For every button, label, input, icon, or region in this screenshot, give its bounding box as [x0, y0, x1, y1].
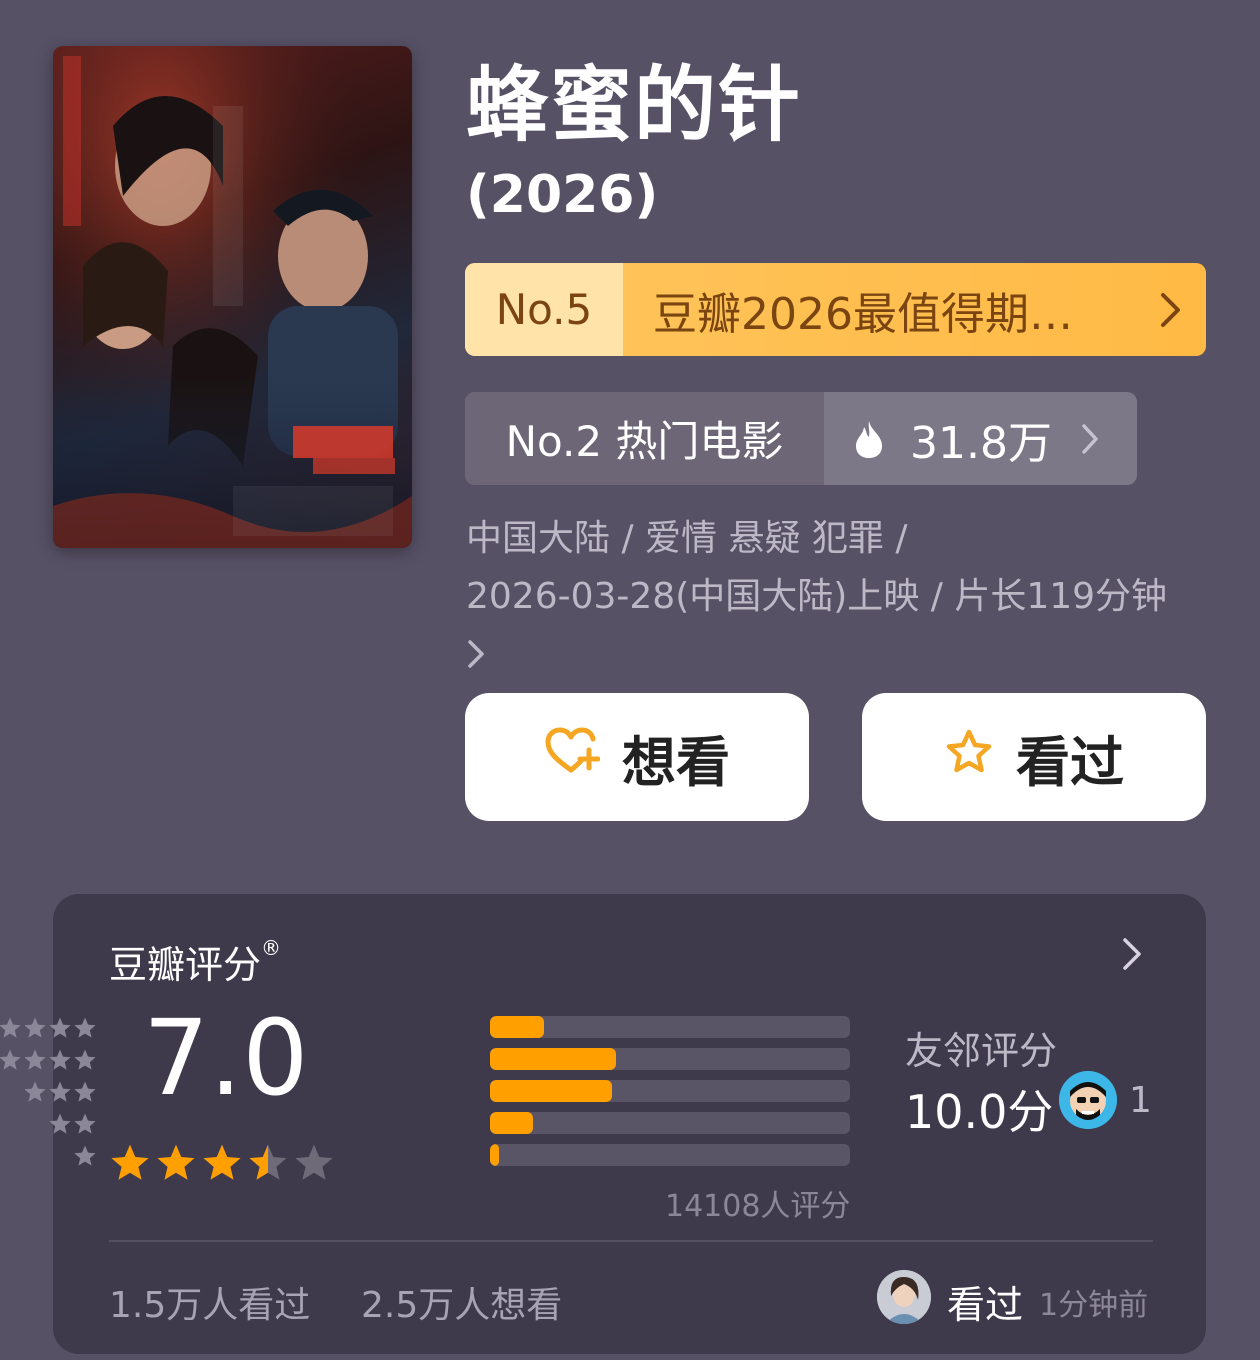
chevron-right-icon [1136, 263, 1206, 356]
movie-meta-info[interactable]: 中国大陆 / 爱情 悬疑 犯罪 / 2026-03-28(中国大陆)上映 / 片… [466, 510, 1226, 688]
star-icon [74, 1081, 96, 1102]
rating-bar-fill [490, 1048, 616, 1070]
rating-bar-track [490, 1080, 850, 1102]
heat-value: 31.8万 [910, 417, 1052, 469]
heart-plus-icon [544, 726, 601, 789]
rating-score: 7.0 [143, 997, 309, 1119]
star-icon [111, 1144, 149, 1180]
star-icon [49, 1081, 71, 1102]
star-icon [24, 1049, 46, 1070]
divider [109, 1240, 1153, 1242]
star-icon [295, 1144, 333, 1180]
star-icon [49, 1049, 71, 1070]
movie-detail-page: 蜂蜜的针 (2026) No.5 豆瓣2026最值得期… No.2 热门电影 3… [0, 0, 1260, 1360]
rating-bar-track [490, 1112, 850, 1134]
hot-rank-label: No.2 热门电影 [465, 392, 824, 485]
star-icon [74, 1145, 96, 1166]
star-icon [249, 1144, 287, 1180]
chevron-right-icon[interactable] [1121, 936, 1143, 976]
star-outline-icon [944, 726, 994, 789]
watched-label: 看过 [1016, 730, 1124, 794]
friend-avatar[interactable] [1059, 1071, 1117, 1129]
watched-count[interactable]: 1.5万人看过 [109, 1276, 310, 1328]
star-icon [49, 1113, 71, 1134]
rating-bar-track [490, 1144, 850, 1166]
friends-rating-score: 10.0分 [905, 1085, 1054, 1139]
annual-list-name: 豆瓣2026最值得期… [653, 288, 1073, 340]
chevron-right-icon [466, 630, 1226, 688]
activity-user-avatar[interactable] [877, 1270, 931, 1324]
star-icon [0, 1017, 21, 1038]
meta-region-genres: 中国大陆 / 爱情 悬疑 犯罪 / [466, 518, 908, 559]
friends-rating-label: 友邻评分 [905, 1029, 1058, 1073]
heat-indicator: 31.8万 [824, 392, 1137, 485]
movie-title: 蜂蜜的针 [466, 58, 803, 153]
want-to-watch-button[interactable]: 想看 [465, 693, 809, 821]
activity-time: 1分钟前 [1039, 1288, 1149, 1323]
hot-movie-ranking[interactable]: No.2 热门电影 31.8万 [465, 392, 1137, 485]
rating-card[interactable]: 豆瓣评分® 7.0 14108人评分 友邻评分 10.0分 1 1.5万人看过 … [0, 894, 1206, 1354]
meta-release-runtime: 2026-03-28(中国大陆)上映 / 片长119分钟 [466, 576, 1168, 617]
want-to-watch-count[interactable]: 2.5万人想看 [361, 1276, 562, 1328]
rating-bar-track [490, 1016, 850, 1038]
rating-bar-track [490, 1048, 850, 1070]
star-icon [157, 1144, 195, 1180]
friends-rating-count: 1 [1129, 1080, 1152, 1121]
poster-artwork [53, 46, 412, 548]
row-stars [0, 1048, 97, 1072]
annual-rank-number: No.5 [465, 263, 623, 356]
row-stars [0, 1016, 97, 1040]
chevron-right-icon [1080, 422, 1100, 456]
star-icon [74, 1113, 96, 1134]
watched-button[interactable]: 看过 [862, 693, 1206, 821]
row-stars [0, 1080, 97, 1104]
star-icon [24, 1017, 46, 1038]
star-icon [203, 1144, 241, 1180]
rating-stars [109, 1142, 335, 1184]
rating-bar-fill [490, 1112, 534, 1134]
star-icon [49, 1017, 71, 1038]
star-icon [24, 1081, 46, 1102]
rating-count: 14108人评分 [665, 1189, 851, 1224]
want-to-watch-label: 想看 [622, 730, 730, 794]
row-stars [0, 1144, 97, 1168]
movie-year: (2026) [466, 165, 659, 225]
annual-list-ranking[interactable]: No.5 豆瓣2026最值得期… [465, 263, 1206, 356]
rating-bar-fill [490, 1080, 613, 1102]
row-stars [0, 1112, 97, 1136]
star-icon [74, 1049, 96, 1070]
rating-card-title: 豆瓣评分® [109, 936, 282, 987]
flame-icon [854, 419, 884, 459]
star-icon [74, 1017, 96, 1038]
rating-bar-fill [490, 1144, 499, 1166]
activity-action: 看过 [947, 1283, 1024, 1327]
registered-mark: ® [261, 936, 282, 960]
movie-poster[interactable] [53, 46, 412, 548]
rating-bar-fill [490, 1016, 544, 1038]
star-icon [0, 1049, 21, 1070]
